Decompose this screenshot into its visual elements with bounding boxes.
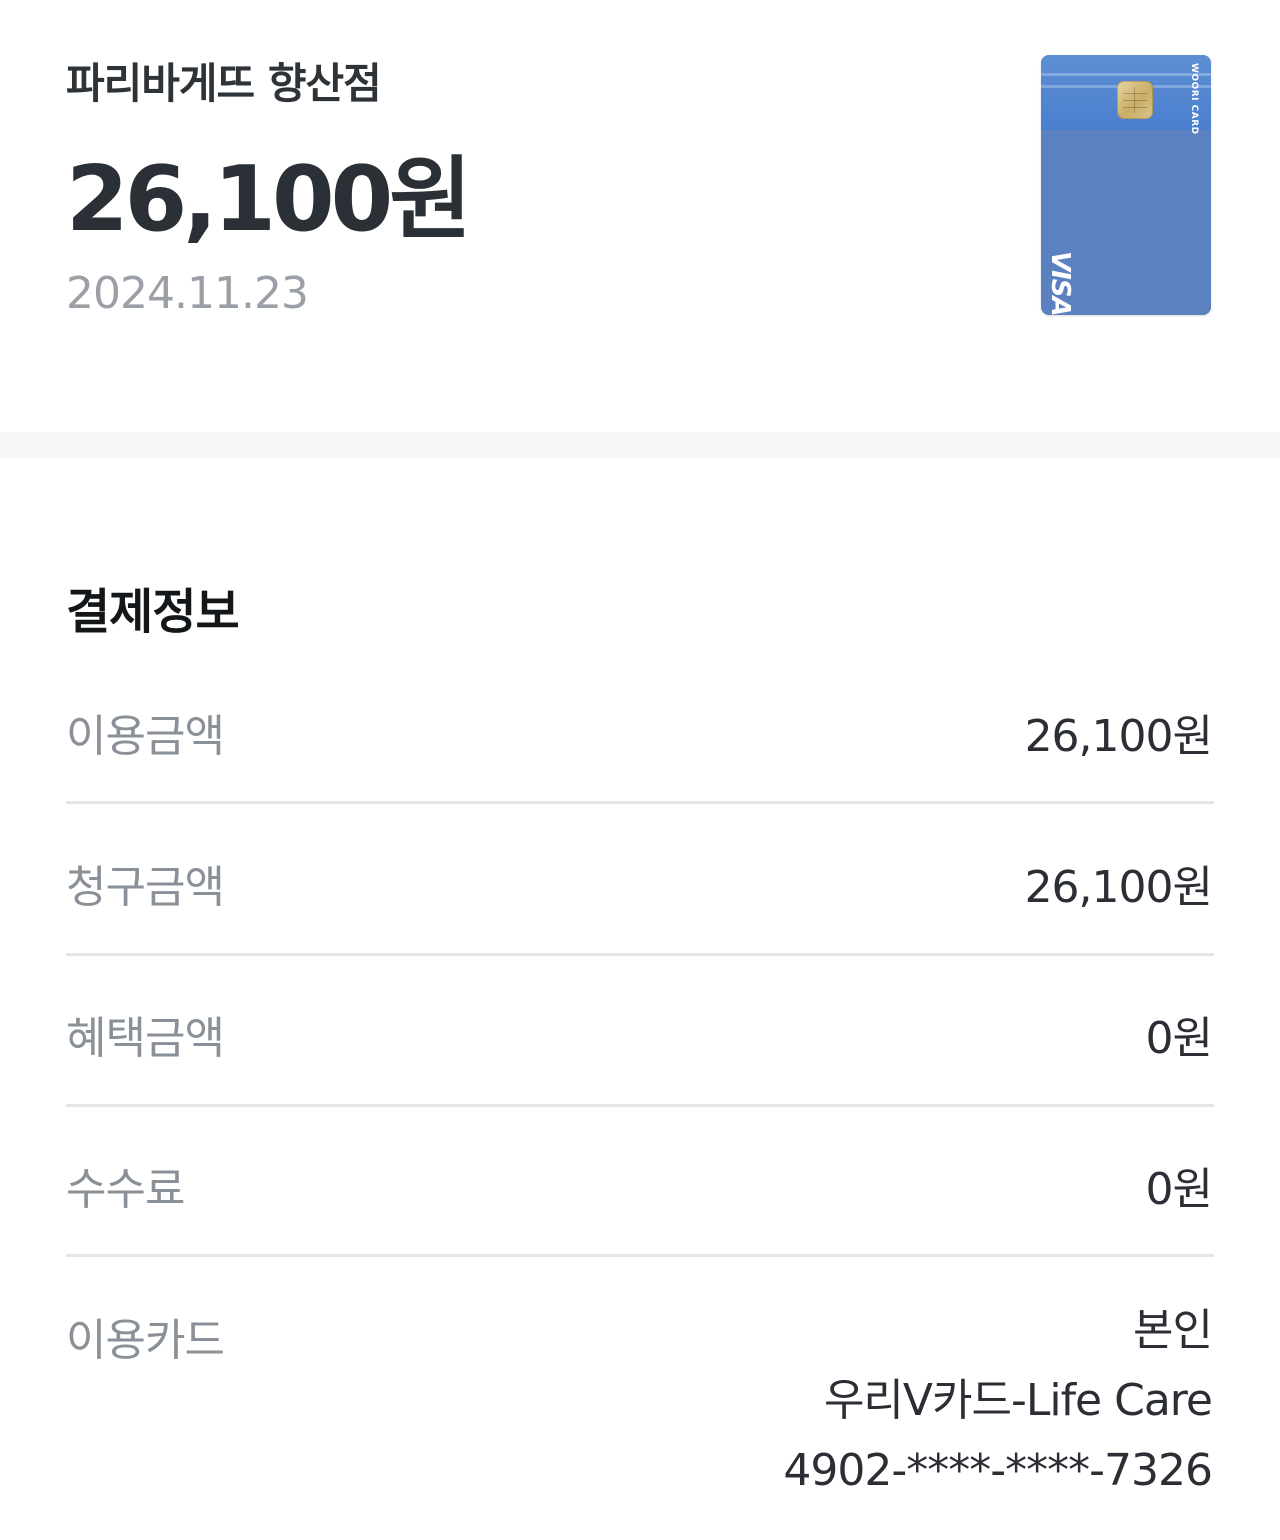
visa-logo: VISA bbox=[1045, 251, 1075, 315]
row-value: 0원 bbox=[1145, 1164, 1213, 1215]
row-label: 수수료 bbox=[66, 1164, 185, 1215]
row-label: 청구금액 bbox=[66, 862, 225, 913]
card-chip-icon bbox=[1117, 81, 1153, 119]
section-title: 결제정보 bbox=[66, 584, 240, 640]
card-image: WOORI CARD VISA bbox=[1041, 55, 1211, 315]
row-value: 26,100원 bbox=[1024, 711, 1213, 762]
row-value: 26,100원 bbox=[1024, 862, 1213, 913]
card-brand-logo: WOORI CARD bbox=[1189, 63, 1199, 135]
row-divider bbox=[66, 801, 1214, 804]
transaction-date: 2024.11.23 bbox=[66, 268, 309, 319]
transaction-amount: 26,100원 bbox=[66, 147, 472, 252]
row-label: 이용금액 bbox=[66, 711, 225, 762]
card-stripe bbox=[1041, 73, 1211, 76]
row-divider bbox=[66, 1104, 1214, 1107]
row-divider bbox=[66, 1254, 1214, 1257]
row-value: 0원 bbox=[1145, 1013, 1213, 1064]
card-used-details: 본인 우리V카드-Life Care 4902-****-****-7326 bbox=[783, 1296, 1213, 1506]
card-name: 우리V카드-Life Care bbox=[823, 1375, 1213, 1426]
row-label: 이용카드 bbox=[66, 1315, 225, 1366]
merchant-name: 파리바게뜨 향산점 bbox=[66, 59, 382, 108]
transaction-header: 파리바게뜨 향산점 26,100원 2024.11.23 WOORI CARD … bbox=[0, 0, 1280, 432]
card-number: 4902-****-****-7326 bbox=[783, 1445, 1213, 1496]
row-label: 혜택금액 bbox=[66, 1013, 225, 1064]
row-divider bbox=[66, 953, 1214, 956]
section-divider bbox=[0, 432, 1280, 458]
card-owner: 본인 bbox=[1133, 1305, 1213, 1356]
